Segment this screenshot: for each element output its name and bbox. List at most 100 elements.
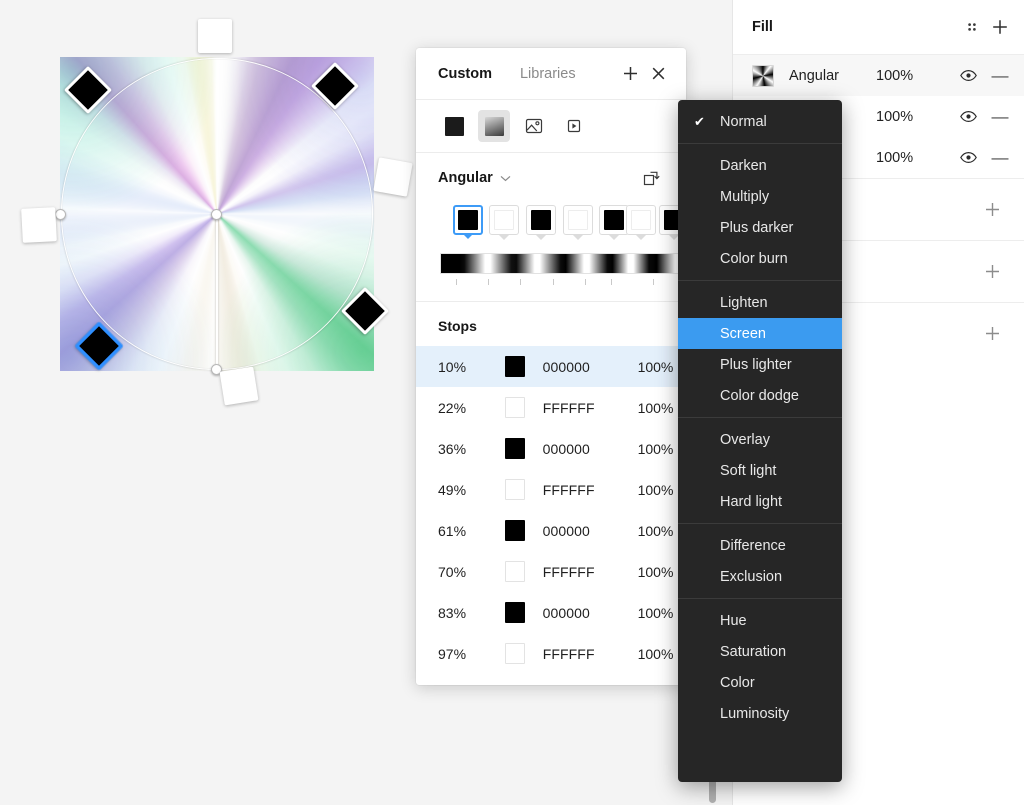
stop-position: 97% — [438, 645, 467, 662]
stops-list: 10% 000000 100% 22% FFFFFF 100% 36% 000000 100% 4… — [416, 346, 686, 674]
gradient-center-handle[interactable] — [211, 209, 222, 220]
tab-custom[interactable]: Custom — [438, 66, 492, 82]
fill-opacity[interactable]: 100% — [876, 109, 950, 125]
blend-mode-item[interactable]: Color dodge — [678, 380, 842, 411]
blend-mode-item[interactable]: Hue — [678, 605, 842, 636]
stop-row[interactable]: 22% FFFFFF 100% — [416, 387, 686, 428]
canvas-stop-chip-right[interactable] — [373, 157, 413, 197]
stop-position: 70% — [438, 563, 467, 580]
stop-row[interactable]: 10% 000000 100% — [416, 346, 686, 387]
stop-color-swatch[interactable] — [505, 602, 525, 623]
gradient-chip-4[interactable] — [563, 205, 593, 240]
stop-hex[interactable]: 000000 — [543, 359, 638, 375]
blend-mode-label: Plus lighter — [720, 356, 792, 373]
blend-mode-item[interactable]: Darken — [678, 150, 842, 181]
gradient-ramp[interactable] — [440, 253, 702, 274]
image-tool[interactable] — [518, 110, 550, 142]
close-panel-button[interactable] — [644, 60, 672, 88]
remove-fill-button[interactable]: — — [986, 107, 1014, 127]
blend-mode-item[interactable]: Overlay — [678, 424, 842, 455]
blend-mode-item[interactable]: Plus lighter — [678, 349, 842, 380]
blend-mode-item[interactable]: Difference — [678, 530, 842, 561]
remove-fill-button[interactable]: — — [986, 66, 1014, 86]
blend-mode-item[interactable]: Plus darker — [678, 212, 842, 243]
stop-hex[interactable]: 000000 — [543, 523, 638, 539]
fill-opacity[interactable]: 100% — [876, 68, 950, 84]
video-tool[interactable] — [558, 110, 590, 142]
blend-mode-item[interactable]: Color burn — [678, 243, 842, 274]
toggle-visibility-button[interactable] — [950, 148, 986, 167]
blend-mode-item[interactable]: Luminosity — [678, 698, 842, 729]
stop-color-swatch[interactable] — [505, 438, 525, 459]
stop-hex[interactable]: FFFFFF — [543, 646, 638, 662]
stop-hex[interactable]: 000000 — [543, 441, 638, 457]
stop-row[interactable]: 49% FFFFFF 100% — [416, 469, 686, 510]
stop-color-swatch[interactable] — [505, 356, 525, 377]
stop-color-swatch[interactable] — [505, 561, 525, 582]
solid-color-tool[interactable] — [438, 110, 470, 142]
gradient-chip-2[interactable] — [489, 205, 519, 240]
blend-mode-label: Overlay — [720, 431, 770, 448]
stop-hex[interactable]: FFFFFF — [543, 482, 638, 498]
stop-position: 22% — [438, 399, 467, 416]
toggle-visibility-button[interactable] — [950, 107, 986, 126]
add-style-button[interactable] — [616, 60, 644, 88]
stop-color-swatch[interactable] — [505, 479, 525, 500]
grid-dots-icon[interactable] — [958, 13, 986, 41]
gradient-chip-5[interactable] — [599, 205, 629, 240]
stop-hex[interactable]: FFFFFF — [543, 564, 638, 580]
menu-separator — [678, 143, 842, 144]
add-property-button[interactable] — [978, 258, 1006, 286]
custom-panel-header: Custom Libraries — [416, 48, 686, 100]
gradient-tool[interactable] — [478, 110, 510, 142]
blend-mode-item[interactable]: Exclusion — [678, 561, 842, 592]
stop-color-swatch[interactable] — [505, 520, 525, 541]
blend-mode-item[interactable]: Soft light — [678, 455, 842, 486]
stop-row[interactable]: 61% 000000 100% — [416, 510, 686, 551]
stop-row[interactable]: 70% FFFFFF 100% — [416, 551, 686, 592]
artboard-angular-gradient[interactable] — [21, 19, 413, 406]
gradient-axis-line — [216, 214, 218, 369]
canvas-stop-chip-left[interactable] — [21, 207, 57, 243]
rotate-gradient-button[interactable] — [638, 164, 666, 192]
stop-hex[interactable]: 000000 — [543, 605, 638, 621]
gradient-type-label[interactable]: Angular — [438, 170, 493, 186]
add-fill-button[interactable] — [986, 13, 1014, 41]
remove-fill-button[interactable]: — — [986, 148, 1014, 168]
eye-icon — [959, 69, 977, 82]
tab-libraries[interactable]: Libraries — [520, 66, 576, 82]
canvas-stop-chip-bottom[interactable] — [219, 366, 259, 406]
blend-mode-item[interactable]: ✔ Normal — [678, 106, 842, 137]
blend-mode-label: Normal — [720, 113, 767, 130]
blend-mode-label: Color dodge — [720, 387, 799, 404]
add-property-button[interactable] — [978, 196, 1006, 224]
toggle-visibility-button[interactable] — [950, 66, 986, 85]
gradient-chip-1[interactable] — [453, 205, 483, 239]
blend-mode-item[interactable]: Hard light — [678, 486, 842, 517]
add-property-button[interactable] — [978, 320, 1006, 348]
eye-icon — [959, 110, 977, 123]
blend-mode-label: Color — [720, 674, 755, 691]
fill-swatch-angular[interactable] — [752, 64, 774, 87]
blend-mode-label: Darken — [720, 157, 767, 174]
gradient-chip-6[interactable] — [626, 205, 656, 240]
stop-color-swatch[interactable] — [505, 397, 525, 418]
fill-name: Angular — [789, 67, 839, 84]
stop-color-swatch[interactable] — [505, 643, 525, 664]
chevron-down-icon[interactable] — [500, 175, 511, 182]
blend-mode-item[interactable]: Lighten — [678, 287, 842, 318]
stop-hex[interactable]: FFFFFF — [543, 400, 638, 416]
stop-row[interactable]: 83% 000000 100% — [416, 592, 686, 633]
video-icon — [567, 119, 581, 133]
fill-opacity[interactable]: 100% — [876, 150, 950, 166]
blend-mode-item[interactable]: Saturation — [678, 636, 842, 667]
stop-row[interactable]: 36% 000000 100% — [416, 428, 686, 469]
blend-mode-item[interactable]: Multiply — [678, 181, 842, 212]
canvas-stop-chip-top[interactable] — [198, 19, 232, 53]
blend-mode-item[interactable]: Screen — [678, 318, 842, 349]
gradient-radius-handle-left[interactable] — [55, 209, 66, 220]
stop-row[interactable]: 97% FFFFFF 100% — [416, 633, 686, 674]
gradient-chip-3[interactable] — [526, 205, 556, 240]
fill-row[interactable]: Angular 100% — — [733, 55, 1024, 96]
blend-mode-item[interactable]: Color — [678, 667, 842, 698]
